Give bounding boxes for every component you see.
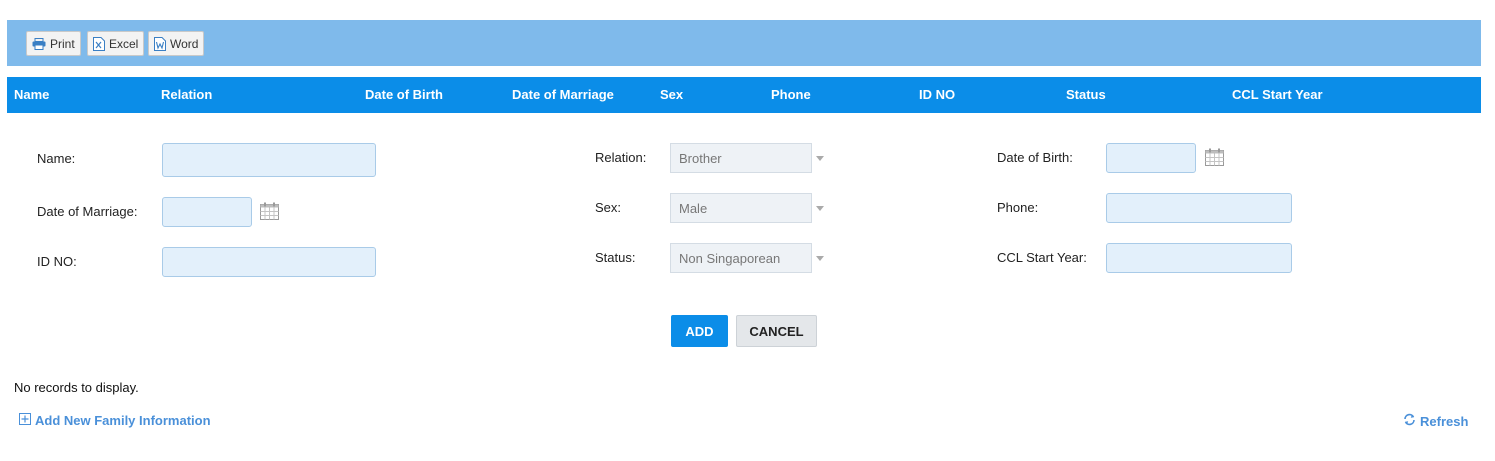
- refresh-icon: [1403, 413, 1416, 429]
- printer-icon: [32, 37, 46, 50]
- column-header-phone[interactable]: Phone: [771, 87, 811, 102]
- export-word-button[interactable]: Word: [148, 31, 205, 56]
- print-label: Print: [50, 36, 75, 51]
- relation-select[interactable]: Brother: [670, 143, 812, 173]
- status-label: Status:: [595, 250, 636, 265]
- plus-box-icon: [19, 413, 31, 428]
- add-new-family-label: Add New Family Information: [35, 413, 211, 428]
- ccl-start-year-label: CCL Start Year:: [997, 250, 1087, 265]
- phone-label: Phone:: [997, 200, 1039, 215]
- sex-select[interactable]: Male: [670, 193, 812, 223]
- column-header-sex[interactable]: Sex: [660, 87, 683, 102]
- phone-input[interactable]: [1106, 193, 1292, 223]
- date-of-marriage-input[interactable]: [162, 197, 252, 227]
- add-new-family-link[interactable]: Add New Family Information: [19, 413, 211, 428]
- id-no-label: ID NO:: [37, 254, 77, 269]
- ccl-start-year-input[interactable]: [1106, 243, 1292, 273]
- column-header-date-of-birth[interactable]: Date of Birth: [365, 87, 443, 102]
- sex-label: Sex:: [595, 200, 622, 215]
- date-of-birth-input[interactable]: [1106, 143, 1196, 173]
- add-button[interactable]: ADD: [671, 315, 728, 347]
- name-input[interactable]: [162, 143, 376, 177]
- column-header-ccl-start-year[interactable]: CCL Start Year: [1232, 87, 1323, 102]
- grid-header: Name Relation Date of Birth Date of Marr…: [7, 77, 1481, 113]
- column-header-date-of-marriage[interactable]: Date of Marriage: [512, 87, 614, 102]
- name-label: Name:: [37, 151, 76, 166]
- cancel-button[interactable]: CANCEL: [736, 315, 817, 347]
- id-no-input[interactable]: [162, 247, 376, 277]
- relation-label: Relation:: [595, 150, 647, 165]
- refresh-label: Refresh: [1420, 413, 1469, 429]
- column-header-name[interactable]: Name: [14, 87, 49, 102]
- status-chevron-down-icon[interactable]: [816, 256, 824, 261]
- column-header-id-no[interactable]: ID NO: [919, 87, 955, 102]
- print-button[interactable]: Print: [26, 31, 81, 56]
- calendar-icon[interactable]: [1205, 148, 1224, 169]
- excel-file-icon: [93, 36, 105, 51]
- word-file-icon: [154, 36, 166, 51]
- excel-label: Excel: [109, 36, 139, 51]
- word-label: Word: [170, 36, 199, 51]
- calendar-icon[interactable]: [260, 202, 279, 223]
- sex-chevron-down-icon[interactable]: [816, 206, 824, 211]
- column-header-relation[interactable]: Relation: [161, 87, 212, 102]
- refresh-link[interactable]: Refresh: [1403, 413, 1468, 429]
- relation-chevron-down-icon[interactable]: [816, 156, 824, 161]
- date-of-marriage-label: Date of Marriage:: [37, 204, 138, 219]
- no-records-message: No records to display.: [14, 380, 139, 395]
- export-excel-button[interactable]: Excel: [87, 31, 145, 56]
- grid-toolbar: Print Excel Word: [7, 20, 1481, 66]
- column-header-status[interactable]: Status: [1066, 87, 1106, 102]
- date-of-birth-label: Date of Birth:: [997, 150, 1073, 165]
- status-select[interactable]: Non Singaporean: [670, 243, 812, 273]
